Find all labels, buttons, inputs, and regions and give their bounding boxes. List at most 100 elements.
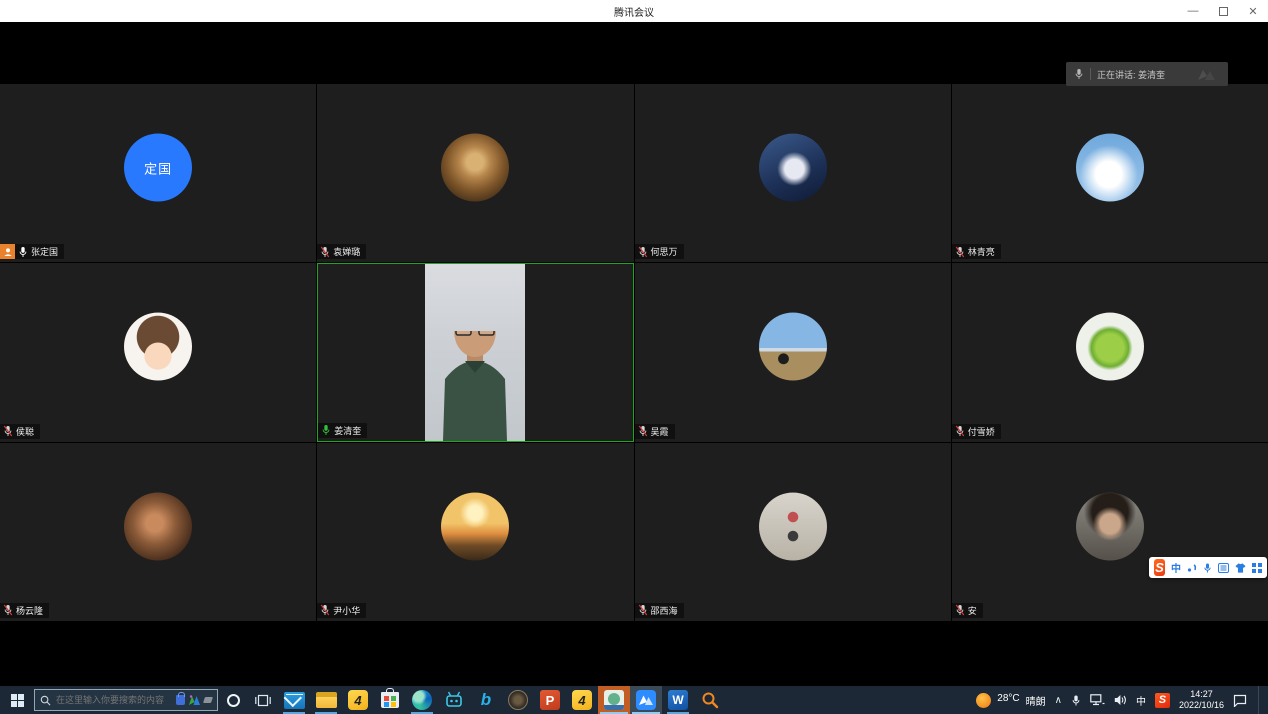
mail-icon [284,692,305,709]
minimize-button[interactable]: — [1178,0,1208,22]
voice-input-icon[interactable] [1203,562,1212,574]
sogou-ime-toolbar: S 中 [1149,557,1267,578]
name-row: 吴霞 [635,424,675,439]
sogou-logo-icon[interactable]: S [1154,559,1165,576]
meeting-stage: 正在讲话: 姜清奎 定国 张定国 [0,22,1268,686]
tencent-meeting-icon [636,690,656,710]
tray-expand-chevron[interactable]: ∧ [1055,695,1062,706]
taskbar-app-game[interactable] [502,686,534,714]
avatar [124,313,192,381]
avatar [1076,492,1144,560]
bing-icon: b [481,690,491,710]
taskbar-app-meeting-active[interactable] [598,686,630,714]
mic-muted-icon [3,604,13,616]
mic-muted-icon [955,604,965,616]
shopping-bag-icon [176,695,185,705]
search-highlight-icons[interactable] [176,695,212,706]
participant-name: 吴霞 [651,425,669,438]
name-row: 张定国 [0,244,64,259]
participant-name: 安 [968,604,977,617]
punctuation-mode-icon[interactable] [1187,563,1197,573]
title-bar: 腾讯会议 — ✕ [0,0,1268,22]
avatar [1076,134,1144,202]
taskbar-app-tencent-meeting[interactable] [630,686,662,714]
name-row: 尹小华 [317,603,366,618]
tray-sogou-icon[interactable]: S [1155,693,1170,708]
tray-volume-icon[interactable] [1114,694,1127,706]
task-view-button[interactable] [248,686,278,714]
wing-icon [203,697,213,703]
taskbar-app-powerpoint[interactable]: P [534,686,566,714]
powerpoint-icon: P [540,690,560,710]
taskbar-search-box[interactable] [34,689,218,711]
taskbar-app-word[interactable]: W [662,686,694,714]
restore-icon [1219,7,1228,16]
participant-tile[interactable]: 侯聪 [0,263,316,441]
search-input[interactable] [56,695,171,705]
speaking-indicator-banner: 正在讲话: 姜清奎 [1066,62,1228,86]
taskbar-app-edge[interactable] [406,686,438,714]
name-row: 侯聪 [0,424,40,439]
participant-tile[interactable]: 何思万 [635,84,951,262]
toolbox-grid-icon[interactable] [1252,563,1262,573]
skin-shirt-icon[interactable] [1235,563,1246,573]
avatar-initials: 定国 [144,158,172,177]
participant-tile[interactable]: 吴霞 [635,263,951,441]
participant-tile[interactable]: 邵西海 [635,443,951,621]
name-row: 付雪娇 [952,424,1001,439]
taskbar-app-store[interactable] [374,686,406,714]
name-row: 安 [952,603,983,618]
participant-name: 邵西海 [651,604,678,617]
microsoft-store-icon [381,692,399,708]
tray-network-display-icon[interactable] [1090,694,1105,706]
participant-name: 杨云隆 [16,604,43,617]
name-row: 邵西海 [635,603,684,618]
taskbar-app-four-b[interactable]: 4 [566,686,598,714]
windows-taskbar: 4 b P 4 W [0,686,1268,714]
ime-menu-icon[interactable] [1218,563,1229,573]
avatar [759,313,827,381]
cortana-button[interactable] [218,686,248,714]
participant-name: 侯聪 [16,425,34,438]
participant-name: 付雪娇 [968,425,995,438]
participant-tile[interactable]: 安 [952,443,1268,621]
tv-robot-icon [444,690,464,710]
cortana-icon [227,694,240,707]
weather-widget[interactable]: 28°C 晴朗 [976,693,1045,708]
weather-temperature: 28°C [997,693,1019,708]
tray-ime-indicator[interactable]: 中 [1136,693,1146,708]
taskbar-clock[interactable]: 14:27 2022/10/16 [1179,689,1224,712]
participant-tile[interactable]: 定国 张定国 [0,84,316,262]
taskbar-app-tv-robot[interactable] [438,686,470,714]
taskbar-app-bing[interactable]: b [470,686,502,714]
mic-muted-icon [955,246,965,258]
taskbar-app-file-explorer[interactable] [310,686,342,714]
show-desktop-strip[interactable] [1258,686,1262,714]
person-video-figure [425,331,525,441]
close-button[interactable]: ✕ [1238,0,1268,22]
restore-button[interactable] [1208,0,1238,22]
mic-icon [1074,68,1084,80]
participant-tile[interactable]: 杨云隆 [0,443,316,621]
participant-tile[interactable]: 袁婵璐 [317,84,633,262]
start-button[interactable] [0,686,34,714]
mic-muted-icon [638,425,648,437]
mic-on-icon [18,246,28,258]
taskbar-app-search-tool[interactable] [694,686,726,714]
avatar: 定国 [124,134,192,202]
mic-muted-icon [320,604,330,616]
taskbar-app-four-a[interactable]: 4 [342,686,374,714]
clock-date: 2022/10/16 [1179,700,1224,711]
action-center-icon[interactable] [1233,694,1247,707]
avatar [759,134,827,202]
participant-tile[interactable]: 林青亮 [952,84,1268,262]
ime-mode-chinese[interactable]: 中 [1171,560,1181,575]
window-title: 腾讯会议 [614,4,654,19]
word-icon: W [668,690,688,710]
participant-tile[interactable]: 尹小华 [317,443,633,621]
participant-tile[interactable]: 付雪娇 [952,263,1268,441]
taskbar-app-mail[interactable] [278,686,310,714]
participant-tile-active-speaker[interactable]: 姜清奎 [317,263,633,441]
name-row: 何思万 [635,244,684,259]
tray-microphone-icon[interactable] [1071,694,1081,707]
